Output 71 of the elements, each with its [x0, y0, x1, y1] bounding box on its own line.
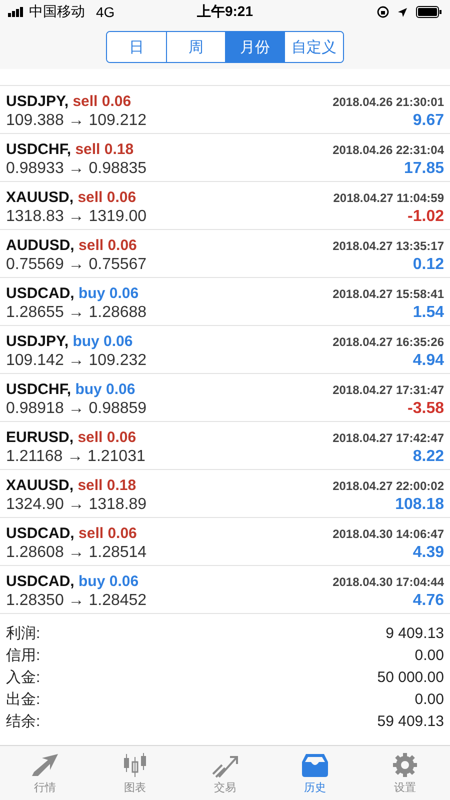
deal-title: USDCAD, buy 0.06 — [6, 572, 139, 590]
tab-bar-item[interactable]: 交易 — [180, 746, 270, 800]
deal-time: 2018.04.26 21:30:01 — [332, 94, 444, 108]
deal-time: 2018.04.27 17:31:47 — [332, 382, 444, 396]
summary-label: 信用: — [6, 646, 40, 664]
period-tab[interactable]: 自定义 — [284, 32, 343, 62]
period-tab[interactable]: 月份 — [225, 32, 284, 62]
tab-bar-item[interactable]: 历史 — [270, 746, 360, 800]
deal-prices: 1318.83 → 1319.00 — [6, 208, 147, 226]
period-tab[interactable]: 日 — [107, 32, 166, 62]
deal-time: 2018.04.27 13:35:17 — [332, 238, 444, 252]
deal-title: AUDUSD, sell 0.06 — [6, 236, 137, 254]
deal-prices: 1.28608 → 1.28514 — [6, 544, 147, 562]
tab-bar-item[interactable]: 行情 — [0, 746, 90, 800]
deal-profit: 4.94 — [412, 352, 444, 370]
deal-profit: 108.18 — [395, 496, 444, 514]
deal-prices: 1.21168 → 1.21031 — [6, 448, 146, 466]
deal-title: USDCAD, sell 0.06 — [6, 524, 137, 542]
summary-value: 0.00 — [414, 690, 444, 708]
signal-icon — [8, 7, 24, 17]
deal-profit: 1.54 — [412, 304, 444, 322]
deal-prices: 109.142 → 109.232 — [6, 352, 147, 370]
deal-title: USDJPY, buy 0.06 — [6, 332, 133, 350]
deal-profit: 17.85 — [404, 160, 444, 178]
summary-label: 入金: — [6, 668, 40, 686]
deal-profit: 4.76 — [412, 592, 444, 610]
settings-icon — [390, 752, 420, 778]
battery-icon — [416, 6, 442, 18]
deal-prices: 1324.90 → 1318.89 — [6, 496, 147, 514]
deal-title: USDCHF, sell 0.18 — [6, 140, 134, 158]
deal-title: USDCHF, buy 0.06 — [6, 380, 136, 398]
deal-time: 2018.04.27 16:35:26 — [332, 334, 444, 348]
deal-profit: 9.67 — [412, 112, 444, 130]
summary-label: 利润: — [6, 624, 40, 642]
summary-value: 50 000.00 — [377, 668, 444, 686]
deal-profit: 4.39 — [412, 544, 444, 562]
summary-value: 0.00 — [414, 646, 444, 664]
deal-title: XAUUSD, sell 0.18 — [6, 476, 136, 494]
tab-bar-item[interactable]: 设置 — [360, 746, 450, 800]
deal-title: EURUSD, sell 0.06 — [6, 428, 136, 446]
deal-time: 2018.04.26 22:31:04 — [332, 142, 444, 156]
tab-bar-item[interactable]: 图表 — [90, 746, 180, 800]
deal-prices: 0.98933 → 0.98835 — [6, 160, 147, 178]
deal-title: USDJPY, sell 0.06 — [6, 92, 132, 110]
deal-time: 2018.04.27 17:42:47 — [332, 430, 444, 444]
deal-prices: 109.388 → 109.212 — [6, 112, 147, 130]
deal-time: 2018.04.27 11:04:59 — [333, 190, 444, 204]
period-tab[interactable]: 周 — [166, 32, 225, 62]
deal-prices: 1.28350 → 1.28452 — [6, 592, 147, 610]
deal-profit: -1.02 — [408, 208, 444, 226]
summary-label: 出金: — [6, 690, 40, 708]
deal-profit: 8.22 — [412, 448, 444, 466]
deal-title: USDCAD, buy 0.06 — [6, 284, 139, 302]
deal-title: XAUUSD, sell 0.06 — [6, 188, 136, 206]
summary-value: 9 409.13 — [386, 624, 444, 642]
carrier-name: 中国移动 — [29, 3, 85, 21]
summary-value: 59 409.13 — [377, 712, 444, 730]
deal-time: 2018.04.30 14:06:47 — [332, 526, 444, 540]
deal-prices: 1.28655 → 1.28688 — [6, 304, 147, 322]
deal-time: 2018.04.27 15:58:41 — [332, 286, 444, 300]
location-icon — [397, 6, 408, 18]
deal-time: 2018.04.30 17:04:44 — [332, 574, 444, 588]
summary-label: 结余: — [6, 712, 40, 730]
network-type: 4G — [96, 4, 115, 20]
deal-prices: 0.75569 → 0.75567 — [6, 256, 147, 274]
deal-time: 2018.04.27 22:00:02 — [332, 478, 444, 492]
inbox-icon — [300, 752, 330, 778]
status-time: 上午9:21 — [196, 3, 254, 21]
deal-profit: -3.58 — [408, 400, 444, 418]
deal-profit: 0.12 — [412, 256, 444, 274]
deal-prices: 0.98918 → 0.98859 — [6, 400, 147, 418]
